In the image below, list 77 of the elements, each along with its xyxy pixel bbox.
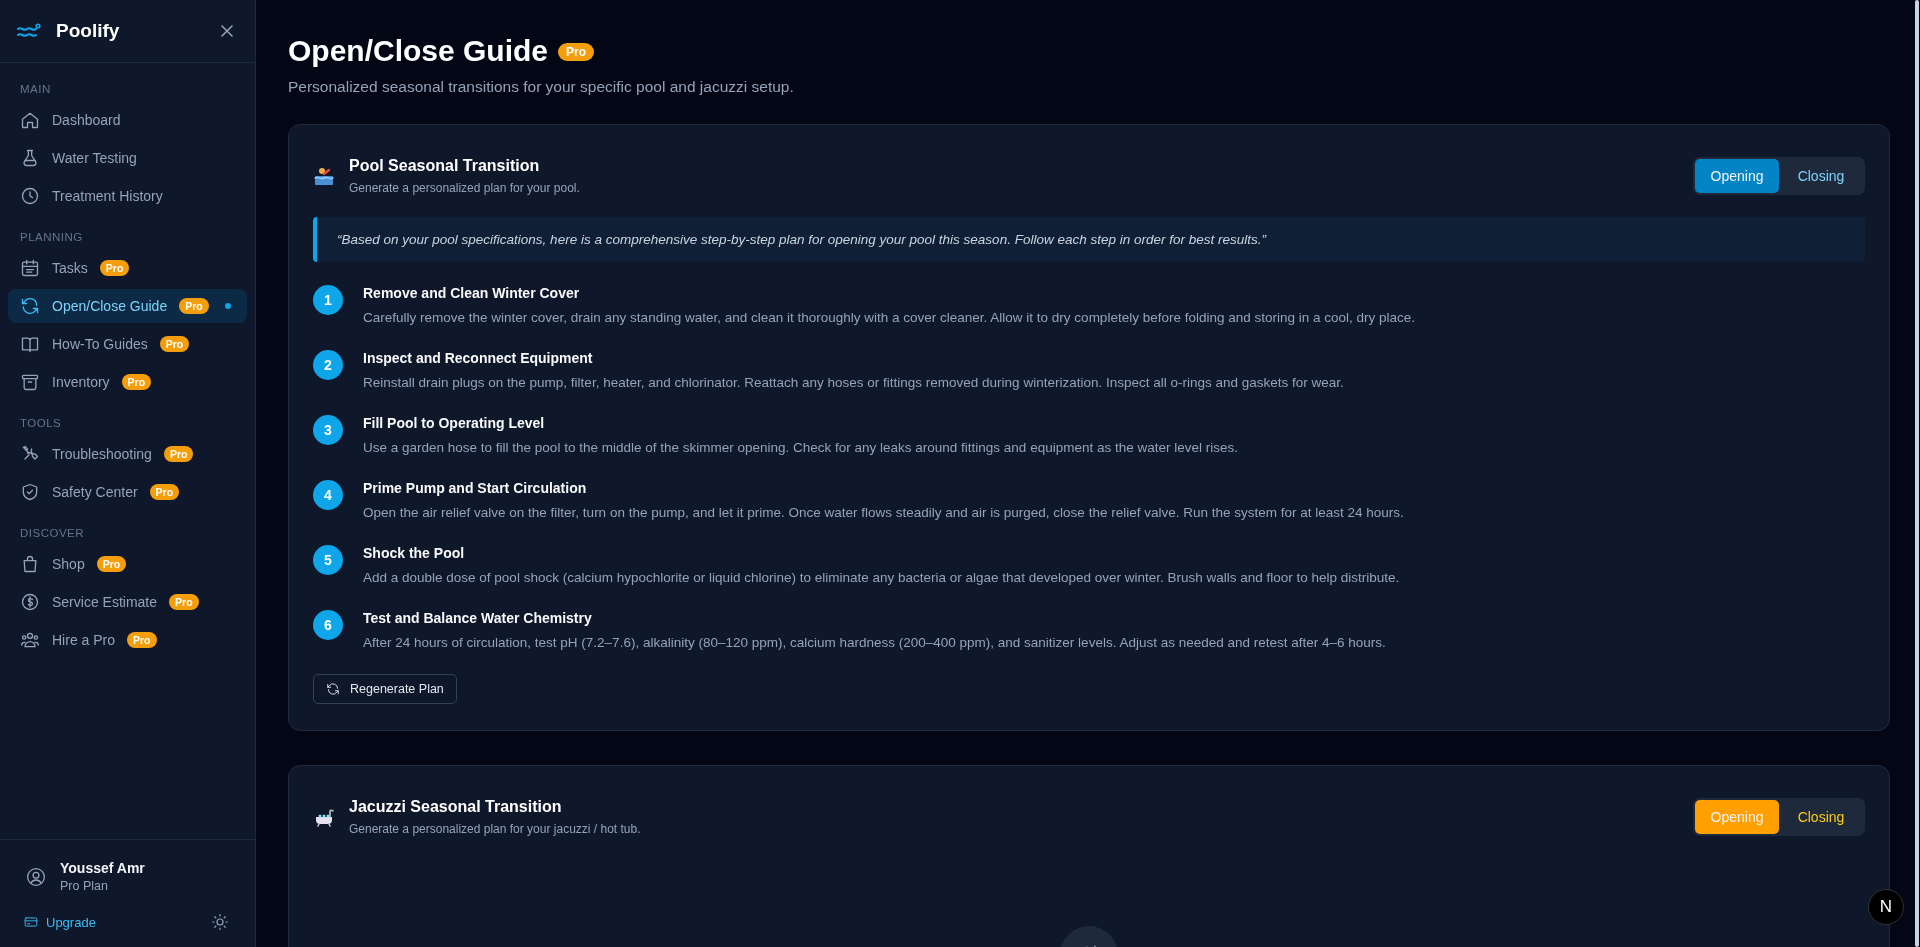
intro-quote: “Based on your pool specifications, here is a comprehensive step-by-step plan for opening your pool this season. Follow each step in order for best results.” (313, 217, 1865, 262)
step-title: Remove and Clean Winter Cover (363, 285, 581, 301)
nav-item[interactable]: Inventory Pro (8, 365, 247, 399)
refresh-icon (326, 682, 340, 696)
section-label: MAIN (19, 82, 52, 97)
pro-badge: Pro (127, 632, 157, 648)
user-name: Youssef Amr (60, 860, 145, 876)
active-dot (225, 303, 231, 309)
card-title: Jacuzzi Seasonal Transition (349, 798, 563, 816)
step-text: Reinstall drain plugs on the pump, filter, heater, and chlorinator. Reattach any hoses or fittings removed during winterization. Inspect all o-rings and gaskets for wear. (363, 375, 1344, 390)
step-title: Shock the Pool (363, 545, 466, 561)
nav-item[interactable]: Water Testing (8, 141, 247, 175)
pro-badge: Pro (558, 43, 595, 61)
pro-badge: Pro (99, 260, 130, 276)
nav-item[interactable]: Troubleshooting Pro (8, 437, 247, 471)
step-title: Fill Pool to Operating Level (363, 415, 546, 431)
step-text: Use a garden hose to fill the pool to the middle of the skimmer opening. Check for any leaks around fittings and equipment as the water level rises. (363, 440, 1238, 455)
section-label: DISCOVER (19, 526, 86, 541)
pro-badge: Pro (169, 594, 199, 610)
page-subtitle: Personalized seasonal transitions for your specific pool and jacuzzi setup. (288, 78, 795, 96)
step-title: Test and Balance Water Chemistry (363, 610, 593, 626)
upgrade-link[interactable]: Upgrade (24, 914, 96, 930)
nav-item[interactable]: How-To Guides Pro (8, 327, 247, 361)
calendar-icon (20, 258, 40, 278)
user-avatar-icon (26, 866, 46, 887)
card-icon (24, 915, 38, 929)
pro-badge: Pro (121, 374, 152, 390)
step-title: Inspect and Reconnect Equipment (363, 350, 594, 366)
step-text: Carefully remove the winter cover, drain any standing water, and clean it thoroughly with a cover cleaner. Allow it to dry completely before folding and storing in a cool, dry place. (363, 310, 1416, 325)
flask-icon (20, 148, 40, 168)
mode-tab[interactable]: Closing (1779, 159, 1863, 193)
nav-item[interactable]: Tasks Pro (8, 251, 247, 285)
step-number: 1 (313, 285, 343, 315)
dev-badge[interactable]: N (1868, 889, 1904, 925)
step-number: 5 (313, 545, 343, 575)
pro-badge: Pro (163, 446, 194, 462)
step-number: 2 (313, 350, 343, 380)
clock-icon (20, 186, 40, 206)
mode-tab[interactable]: Opening (1695, 159, 1779, 193)
shield-icon (20, 482, 40, 502)
regenerate-button[interactable]: Regenerate Plan (313, 674, 457, 704)
dollar-icon (20, 592, 40, 612)
nav-item[interactable]: Dashboard (8, 103, 247, 137)
step-number: 4 (313, 480, 343, 510)
pro-badge: Pro (159, 336, 190, 352)
step-title: Prime Pump and Start Circulation (363, 480, 588, 496)
nav-item[interactable]: Hire a Pro Pro (8, 623, 247, 657)
refresh-icon (20, 296, 40, 316)
archive-icon (20, 372, 40, 392)
waves-logo-icon (16, 23, 42, 39)
pro-badge: Pro (179, 298, 209, 314)
step-number: 3 (313, 415, 343, 445)
scrollbar[interactable] (1915, 0, 1919, 947)
brand-name: Poolify (56, 20, 120, 42)
nav-item[interactable]: Shop Pro (8, 547, 247, 581)
user-plan: Pro Plan (60, 879, 109, 893)
card-title: Pool Seasonal Transition (349, 157, 541, 175)
nav-item[interactable]: Open/Close Guide Pro (8, 289, 247, 323)
people-icon (20, 630, 40, 650)
home-icon (20, 110, 40, 130)
step-text: After 24 hours of circulation, test pH (7.2–7.6), alkalinity (80–120 ppm), calcium hardness (200–400 ppm), and sanitizer levels. Adjust as needed and retest after 4–6 hours. (363, 635, 1386, 650)
sun-icon (211, 913, 229, 931)
card-subtitle: Generate a personalized plan for your jacuzzi / hot tub. (349, 822, 641, 836)
nav-item[interactable]: Service Estimate Pro (8, 585, 247, 619)
card-subtitle: Generate a personalized plan for your pool. (349, 181, 580, 195)
section-label: PLANNING (19, 230, 84, 245)
page-title: Open/Close Guide (288, 34, 549, 68)
step-text: Open the air relief valve on the filter, turn on the pump, and let it prime. Once water flows steadily and air is purged, close the relief valve. Run the system for at least 24 hours. (363, 505, 1404, 520)
section-label: TOOLS (19, 416, 63, 431)
step-text: Add a double dose of pool shock (calcium hypochlorite or liquid chlorine) to eliminate any bacteria or algae that developed over winter. Brush walls and floor to help distribute. (363, 570, 1400, 585)
step-number: 6 (313, 610, 343, 640)
pro-badge: Pro (96, 556, 127, 572)
nav-item[interactable]: Safety Center Pro (8, 475, 247, 509)
theme-toggle-button[interactable] (211, 913, 229, 931)
nav-item[interactable]: Treatment History (8, 179, 247, 213)
pro-badge: Pro (149, 484, 180, 500)
mode-tab[interactable]: Closing (1779, 800, 1863, 834)
